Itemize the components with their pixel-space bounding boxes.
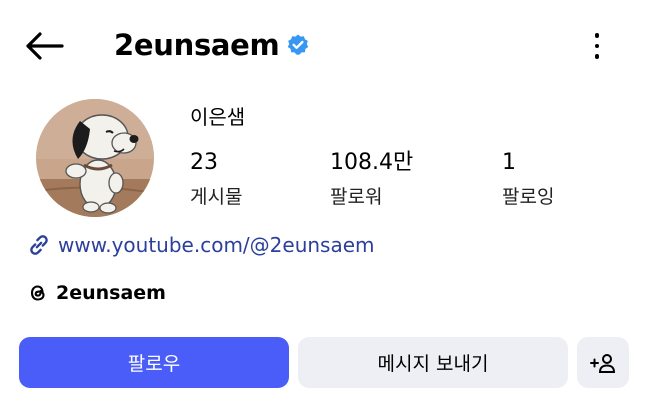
verified-badge-icon xyxy=(287,34,309,55)
threads-icon xyxy=(30,285,45,301)
profile-username: 2eunsaem xyxy=(114,28,280,62)
profile-link-text[interactable]: www.youtube.com/@2eunsaem xyxy=(58,233,375,257)
message-button[interactable]: 메시지 보내기 xyxy=(298,337,568,388)
threads-handle[interactable]: 2eunsaem xyxy=(56,282,166,304)
threads-badge[interactable]: 2eunsaem xyxy=(26,278,166,308)
display-name: 이은샘 xyxy=(190,105,246,129)
back-button[interactable] xyxy=(22,28,66,64)
add-person-icon xyxy=(590,353,616,373)
more-vertical-icon xyxy=(594,33,600,38)
avatar[interactable] xyxy=(36,99,154,217)
add-person-button[interactable] xyxy=(577,337,629,388)
posts-label[interactable]: 게시물 xyxy=(190,184,242,210)
profile-link[interactable]: www.youtube.com/@2eunsaem xyxy=(26,230,375,260)
following-label[interactable]: 팔로잉 xyxy=(502,184,554,210)
followers-count: 108.4만 xyxy=(330,150,414,175)
arrow-left-icon xyxy=(26,32,64,60)
posts-count: 23 xyxy=(190,150,218,175)
followers-label[interactable]: 팔로워 xyxy=(330,184,382,210)
snoopy-avatar-image xyxy=(36,99,154,217)
following-count: 1 xyxy=(502,150,516,175)
follow-button[interactable]: 팔로우 xyxy=(19,337,289,388)
more-options-button[interactable] xyxy=(582,28,612,64)
link-icon xyxy=(30,235,48,255)
